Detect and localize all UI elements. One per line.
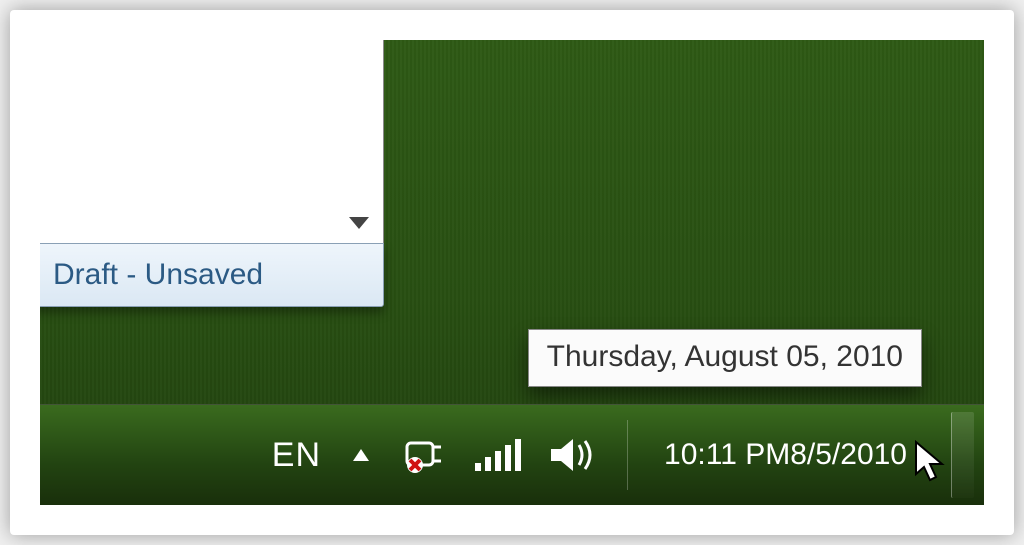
taskbar-clock[interactable]: 10:11 PM 8/5/2010 <box>664 438 907 473</box>
app-window: Draft - Unsaved <box>40 40 384 307</box>
show-desktop-button[interactable] <box>951 412 974 498</box>
app-status-bar: Draft - Unsaved <box>40 243 384 307</box>
system-tray: EN <box>272 405 984 505</box>
app-client-area <box>40 40 384 243</box>
desktop-wallpaper: Draft - Unsaved Thursday, August 05, 201… <box>40 40 984 505</box>
screenshot-frame: Draft - Unsaved Thursday, August 05, 201… <box>10 10 1014 535</box>
clock-time: 10:11 PM <box>664 438 790 473</box>
power-plug-error-icon[interactable] <box>401 433 445 477</box>
speaker-icon[interactable] <box>549 433 599 477</box>
tray-separator <box>627 420 628 490</box>
dropdown-caret-icon[interactable] <box>349 217 369 229</box>
language-indicator[interactable]: EN <box>272 436 321 475</box>
clock-tooltip: Thursday, August 05, 2010 <box>528 329 922 387</box>
clock-date: 8/5/2010 <box>790 438 907 473</box>
wifi-signal-icon[interactable] <box>473 435 521 475</box>
taskbar[interactable]: EN <box>40 404 984 505</box>
show-hidden-icons-button[interactable] <box>349 443 373 467</box>
